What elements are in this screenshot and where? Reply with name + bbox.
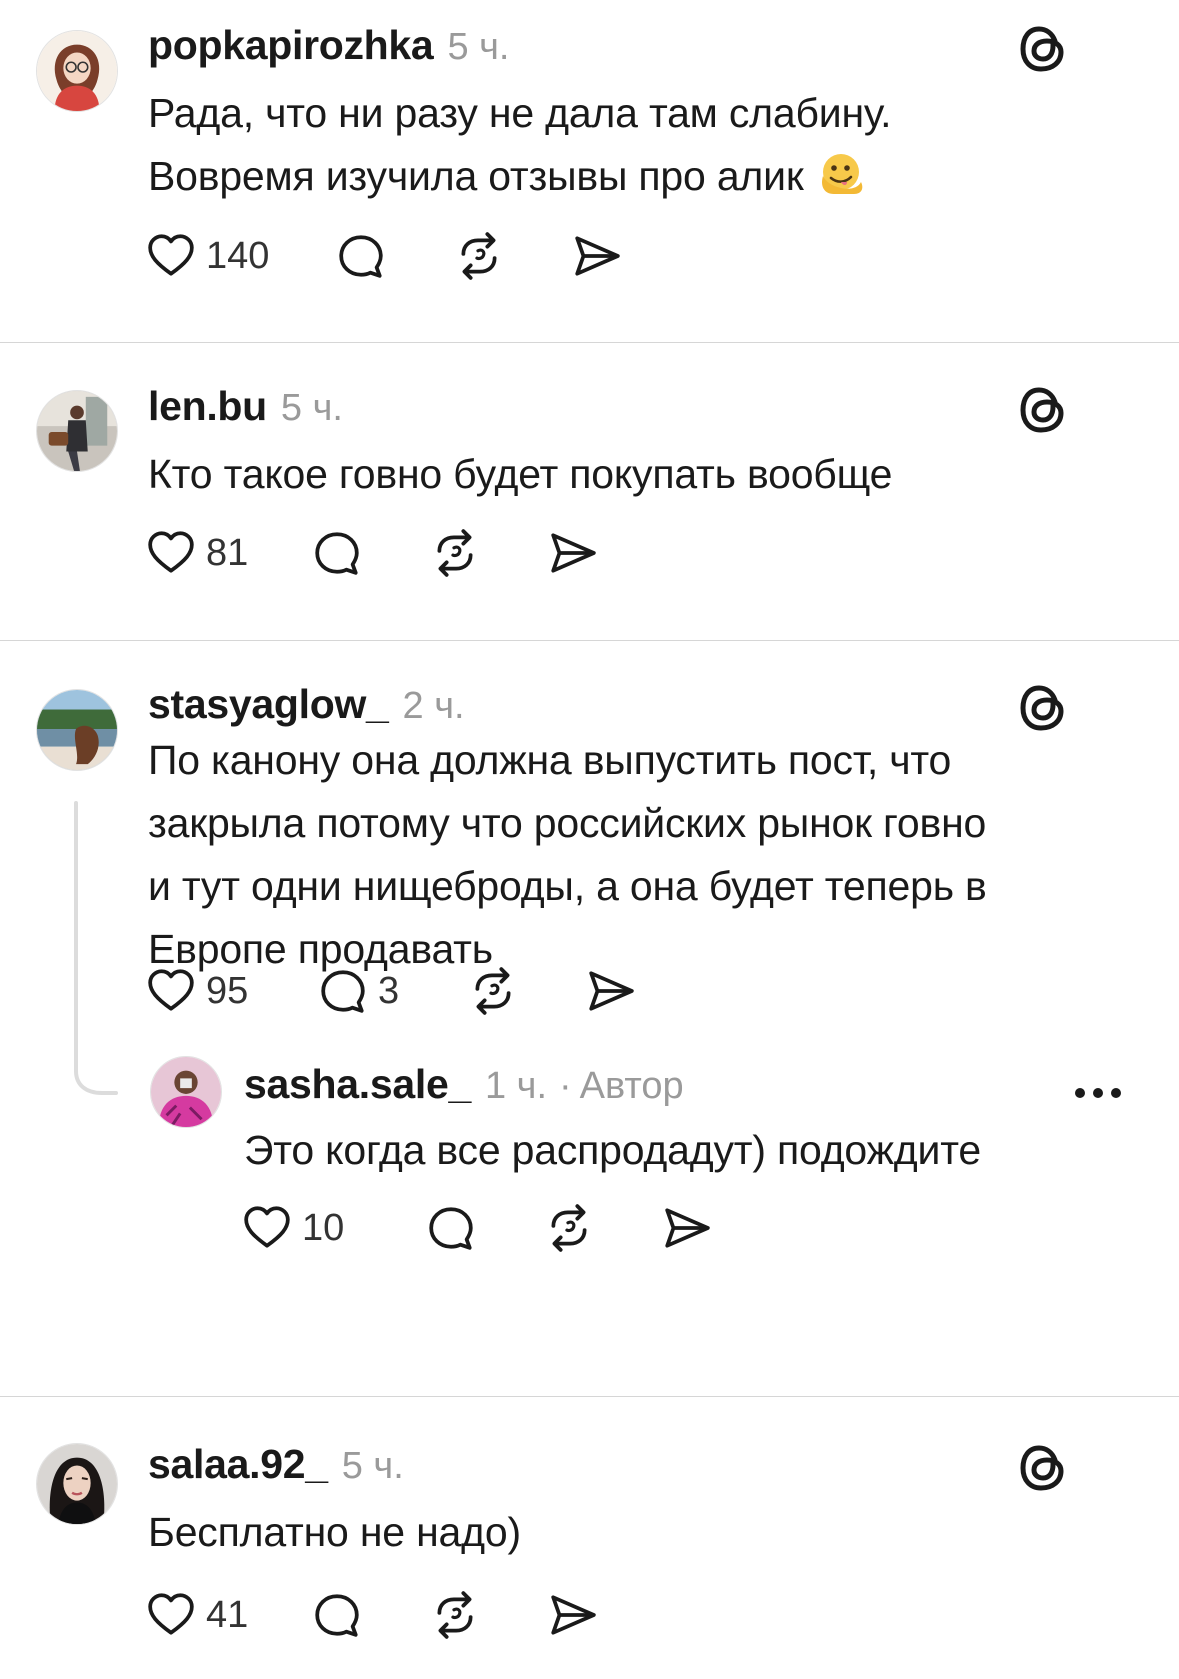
repost-button[interactable] — [468, 961, 518, 1021]
post-text: Бесплатно не надо) — [148, 1501, 1108, 1564]
reply-button[interactable] — [426, 1198, 476, 1258]
avatar[interactable] — [36, 1443, 118, 1525]
share-button[interactable] — [572, 226, 622, 286]
post-header: len.bu 5 ч. — [148, 383, 343, 433]
post-text-line: закрыла потому что российских рынок говн… — [148, 800, 987, 846]
heart-icon — [242, 1203, 292, 1253]
repost-button[interactable] — [544, 1198, 594, 1258]
threads-logo-icon[interactable] — [1018, 24, 1068, 74]
like-count: 95 — [206, 969, 249, 1012]
like-button[interactable]: 140 — [146, 226, 269, 286]
separator: · — [559, 1065, 572, 1107]
avatar[interactable] — [36, 689, 118, 771]
melting-face-icon — [814, 148, 868, 202]
timestamp: 5 ч. — [341, 1445, 404, 1487]
post-text: Кто такое говно будет покупать вообще — [148, 443, 1108, 506]
post-header: popkapirozhka 5 ч. — [148, 22, 509, 72]
username[interactable]: stasyaglow_ — [148, 681, 389, 728]
share-button[interactable] — [548, 523, 598, 583]
post-text: По канону она должна выпустить пост, что… — [148, 729, 1128, 981]
repost-icon — [430, 1590, 480, 1640]
comment-icon — [312, 1590, 362, 1640]
like-button[interactable]: 81 — [146, 523, 248, 583]
share-icon — [572, 231, 622, 281]
repost-button[interactable] — [430, 1585, 480, 1645]
more-icon[interactable] — [1072, 1083, 1124, 1103]
reply-button[interactable] — [312, 1585, 362, 1645]
reply-button[interactable]: 3 — [318, 961, 399, 1021]
threads-logo-icon[interactable] — [1018, 1443, 1068, 1493]
timestamp: 2 ч. — [402, 685, 465, 727]
comment-icon — [312, 528, 362, 578]
repost-icon — [454, 231, 504, 281]
reply-header: sasha.sale_ 1 ч. · Автор — [244, 1061, 684, 1111]
post-text-line: Рада, что ни разу не дала там слабину. — [148, 90, 892, 136]
repost-button[interactable] — [430, 523, 480, 583]
reply-actions: 10 — [242, 1198, 842, 1258]
post-5: salaa.92_ 5 ч. Бесплатно не надо) 41 — [0, 1397, 1179, 1679]
post-header: salaa.92_ 5 ч. — [148, 1441, 404, 1491]
heart-icon — [146, 231, 196, 281]
repost-button[interactable] — [454, 226, 504, 286]
post-actions: 95 3 — [146, 961, 746, 1021]
post-2: len.bu 5 ч. Кто такое говно будет покупа… — [0, 343, 1179, 639]
share-button[interactable] — [662, 1198, 712, 1258]
reply-button[interactable] — [312, 523, 362, 583]
heart-icon — [146, 1590, 196, 1640]
reply-text: Это когда все распродадут) подождите — [244, 1119, 1144, 1182]
post-1: popkapirozhka 5 ч. Рада, что ни разу не … — [0, 0, 1179, 330]
share-icon — [548, 528, 598, 578]
share-button[interactable] — [548, 1585, 598, 1645]
post-text: Рада, что ни разу не дала там слабину. В… — [148, 82, 1108, 208]
share-icon — [548, 1590, 598, 1640]
post-actions: 140 — [146, 226, 746, 286]
avatar[interactable] — [36, 30, 118, 112]
thread-connector — [74, 801, 78, 1061]
timestamp: 5 ч. — [280, 387, 343, 429]
like-button[interactable]: 95 — [146, 961, 248, 1021]
author-badge: Автор — [579, 1065, 684, 1107]
timestamp: 1 ч. — [484, 1065, 547, 1107]
like-count: 140 — [206, 234, 270, 277]
like-button[interactable]: 10 — [242, 1198, 344, 1258]
thread-connector-curve — [74, 1051, 118, 1095]
like-count: 41 — [206, 1593, 249, 1636]
username[interactable]: salaa.92_ — [148, 1441, 328, 1488]
share-icon — [662, 1203, 712, 1253]
username[interactable]: len.bu — [148, 383, 267, 430]
like-count: 10 — [302, 1206, 345, 1249]
timestamp: 5 ч. — [447, 26, 510, 68]
reply-count: 3 — [378, 969, 400, 1012]
comment-icon — [426, 1203, 476, 1253]
comment-icon — [336, 231, 386, 281]
post-text-line: Кто такое говно будет покупать вообще — [148, 451, 893, 497]
post-actions: 41 — [146, 1585, 746, 1645]
username[interactable]: popkapirozhka — [148, 22, 434, 69]
post-text-line: Бесплатно не надо) — [148, 1509, 521, 1555]
repost-icon — [430, 528, 480, 578]
like-button[interactable]: 41 — [146, 1585, 248, 1645]
share-button[interactable] — [586, 961, 636, 1021]
username[interactable]: sasha.sale_ — [244, 1061, 471, 1108]
heart-icon — [146, 528, 196, 578]
share-icon — [586, 966, 636, 1016]
post-text-line: Вовремя изучила отзывы про алик — [148, 145, 1108, 208]
reply-avatar[interactable] — [150, 1056, 222, 1128]
post-actions: 81 — [146, 523, 746, 583]
post-text-line: По канону она должна выпустить пост, что — [148, 737, 952, 783]
repost-icon — [468, 966, 518, 1016]
post-header: stasyaglow_ 2 ч. — [148, 681, 465, 731]
post-3: stasyaglow_ 2 ч. По канону она должна вы… — [0, 641, 1179, 1397]
avatar[interactable] — [36, 390, 118, 472]
reply-button[interactable] — [336, 226, 386, 286]
like-count: 81 — [206, 531, 249, 574]
comment-icon — [318, 966, 368, 1016]
post-text-line: и тут одни нищеброды, а она будет теперь… — [148, 863, 987, 909]
post-text-line: Это когда все распродадут) подождите — [244, 1127, 981, 1173]
threads-logo-icon[interactable] — [1018, 385, 1068, 435]
repost-icon — [544, 1203, 594, 1253]
threads-logo-icon[interactable] — [1018, 683, 1068, 733]
heart-icon — [146, 966, 196, 1016]
